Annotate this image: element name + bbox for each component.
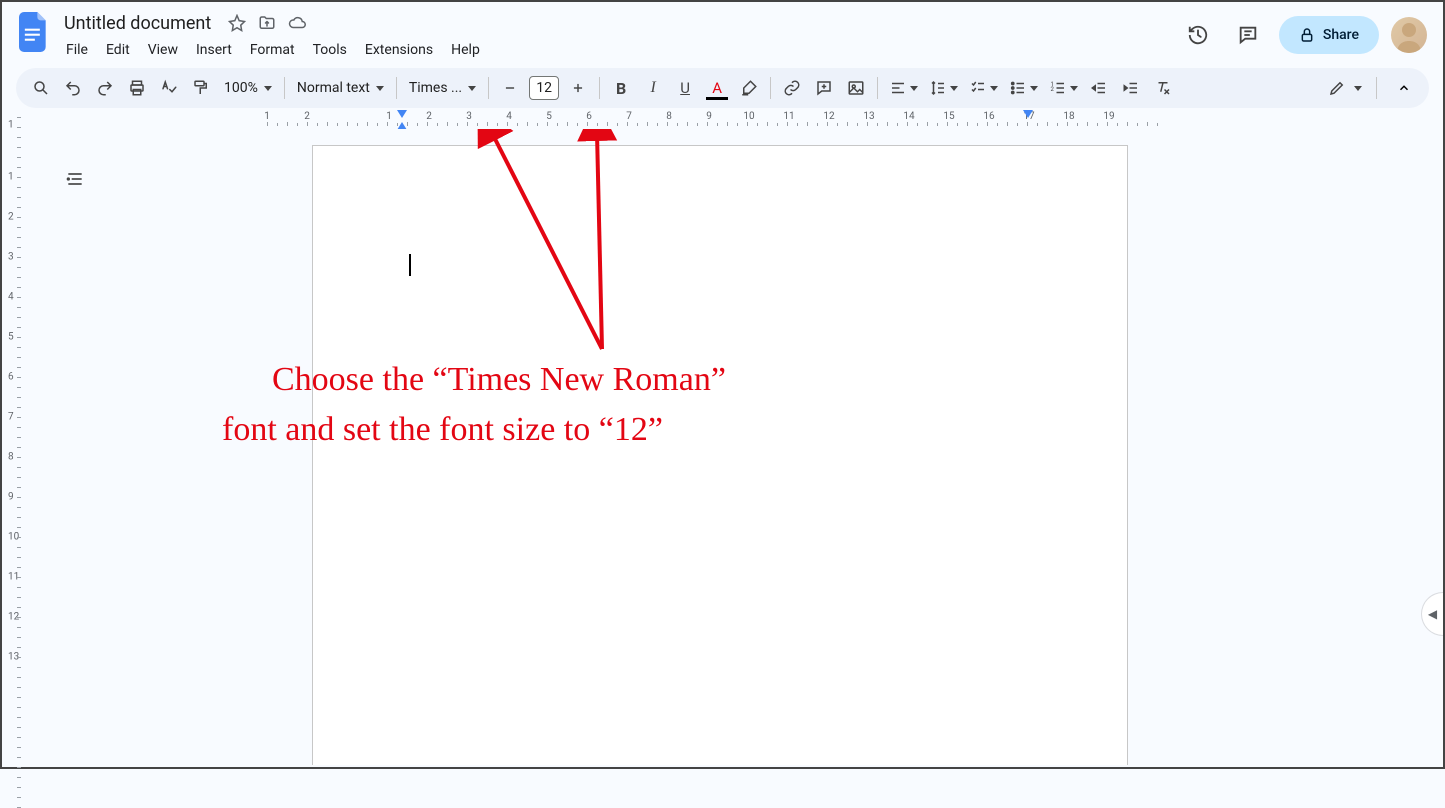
app-header: Untitled document File Edit View Insert … [2,2,1443,64]
menu-format[interactable]: Format [242,38,303,62]
caret-down-icon [910,86,918,91]
toolbar-separator [284,77,285,99]
menu-bar: File Edit View Insert Format Tools Exten… [58,38,1179,62]
indent-increase-icon[interactable] [1116,73,1146,103]
svg-text:2: 2 [1050,86,1054,93]
insert-image-icon[interactable] [841,73,871,103]
toolbar-separator [877,77,878,99]
zoom-dropdown[interactable]: 100% [218,73,278,103]
add-comment-icon[interactable] [809,73,839,103]
font-family-dropdown[interactable]: Times ... [403,73,482,103]
text-cursor [409,254,411,276]
font-size-decrease-icon[interactable] [495,73,525,103]
redo-icon[interactable] [90,73,120,103]
insert-link-icon[interactable] [777,73,807,103]
account-avatar[interactable] [1391,17,1427,53]
font-size-increase-icon[interactable] [563,73,593,103]
history-icon[interactable] [1179,16,1217,54]
editing-mode-dropdown[interactable] [1320,73,1370,103]
bulleted-list-dropdown[interactable] [1004,73,1042,103]
share-button[interactable]: Share [1279,16,1379,54]
highlight-color-icon[interactable] [734,73,764,103]
comments-icon[interactable] [1229,16,1267,54]
align-dropdown[interactable] [884,73,922,103]
right-indent-marker[interactable] [1023,110,1033,118]
caret-down-icon [468,86,476,91]
caret-down-icon [950,86,958,91]
menu-insert[interactable]: Insert [188,38,240,62]
cloud-status-icon[interactable] [287,13,307,33]
menu-extensions[interactable]: Extensions [357,38,441,62]
caret-down-icon [264,86,272,91]
paragraph-style-dropdown[interactable]: Normal text [291,73,390,103]
toolbar-separator [1376,77,1377,99]
docs-logo[interactable] [14,12,54,52]
move-folder-icon[interactable] [257,13,277,33]
editor-canvas: Choose the “Times New Roman” font and se… [22,129,1441,765]
ruler-vertical[interactable]: 112345678910111213 [5,129,21,765]
menu-view[interactable]: View [140,38,186,62]
underline-icon[interactable]: U [670,73,700,103]
toolbar-separator [770,77,771,99]
lock-icon [1299,27,1315,43]
menu-edit[interactable]: Edit [98,38,138,62]
toolbar-separator [488,77,489,99]
checklist-dropdown[interactable] [964,73,1002,103]
caret-down-icon [1070,86,1078,91]
collapse-toolbar-icon[interactable] [1389,73,1419,103]
caret-down-icon [1354,86,1362,91]
first-line-indent-marker[interactable] [397,110,407,118]
italic-icon[interactable]: I [638,73,668,103]
document-outline-icon[interactable] [60,164,90,194]
toolbar-separator [599,77,600,99]
search-menus-icon[interactable] [26,73,56,103]
numbered-list-dropdown[interactable]: 12 [1044,73,1082,103]
bold-icon[interactable]: B [606,73,636,103]
caret-down-icon [1030,86,1038,91]
menu-help[interactable]: Help [443,38,488,62]
line-spacing-dropdown[interactable] [924,73,962,103]
spellcheck-icon[interactable] [154,73,184,103]
font-size-input[interactable] [529,76,559,100]
share-label: Share [1323,27,1359,43]
indent-decrease-icon[interactable] [1084,73,1114,103]
star-icon[interactable] [227,13,247,33]
document-page[interactable] [312,145,1128,765]
toolbar-separator [396,77,397,99]
ruler-horizontal[interactable]: 2112345678910111213141516171819 [37,110,1429,126]
caret-down-icon [990,86,998,91]
caret-down-icon [376,86,384,91]
text-color-icon[interactable]: A [702,73,732,103]
print-icon[interactable] [122,73,152,103]
toolbar: 100% Normal text Times ... B I U A 12 [16,68,1429,108]
undo-icon[interactable] [58,73,88,103]
menu-file[interactable]: File [58,38,96,62]
paint-format-icon[interactable] [186,73,216,103]
menu-tools[interactable]: Tools [305,38,355,62]
clear-formatting-icon[interactable] [1148,73,1178,103]
document-title[interactable]: Untitled document [58,11,217,36]
